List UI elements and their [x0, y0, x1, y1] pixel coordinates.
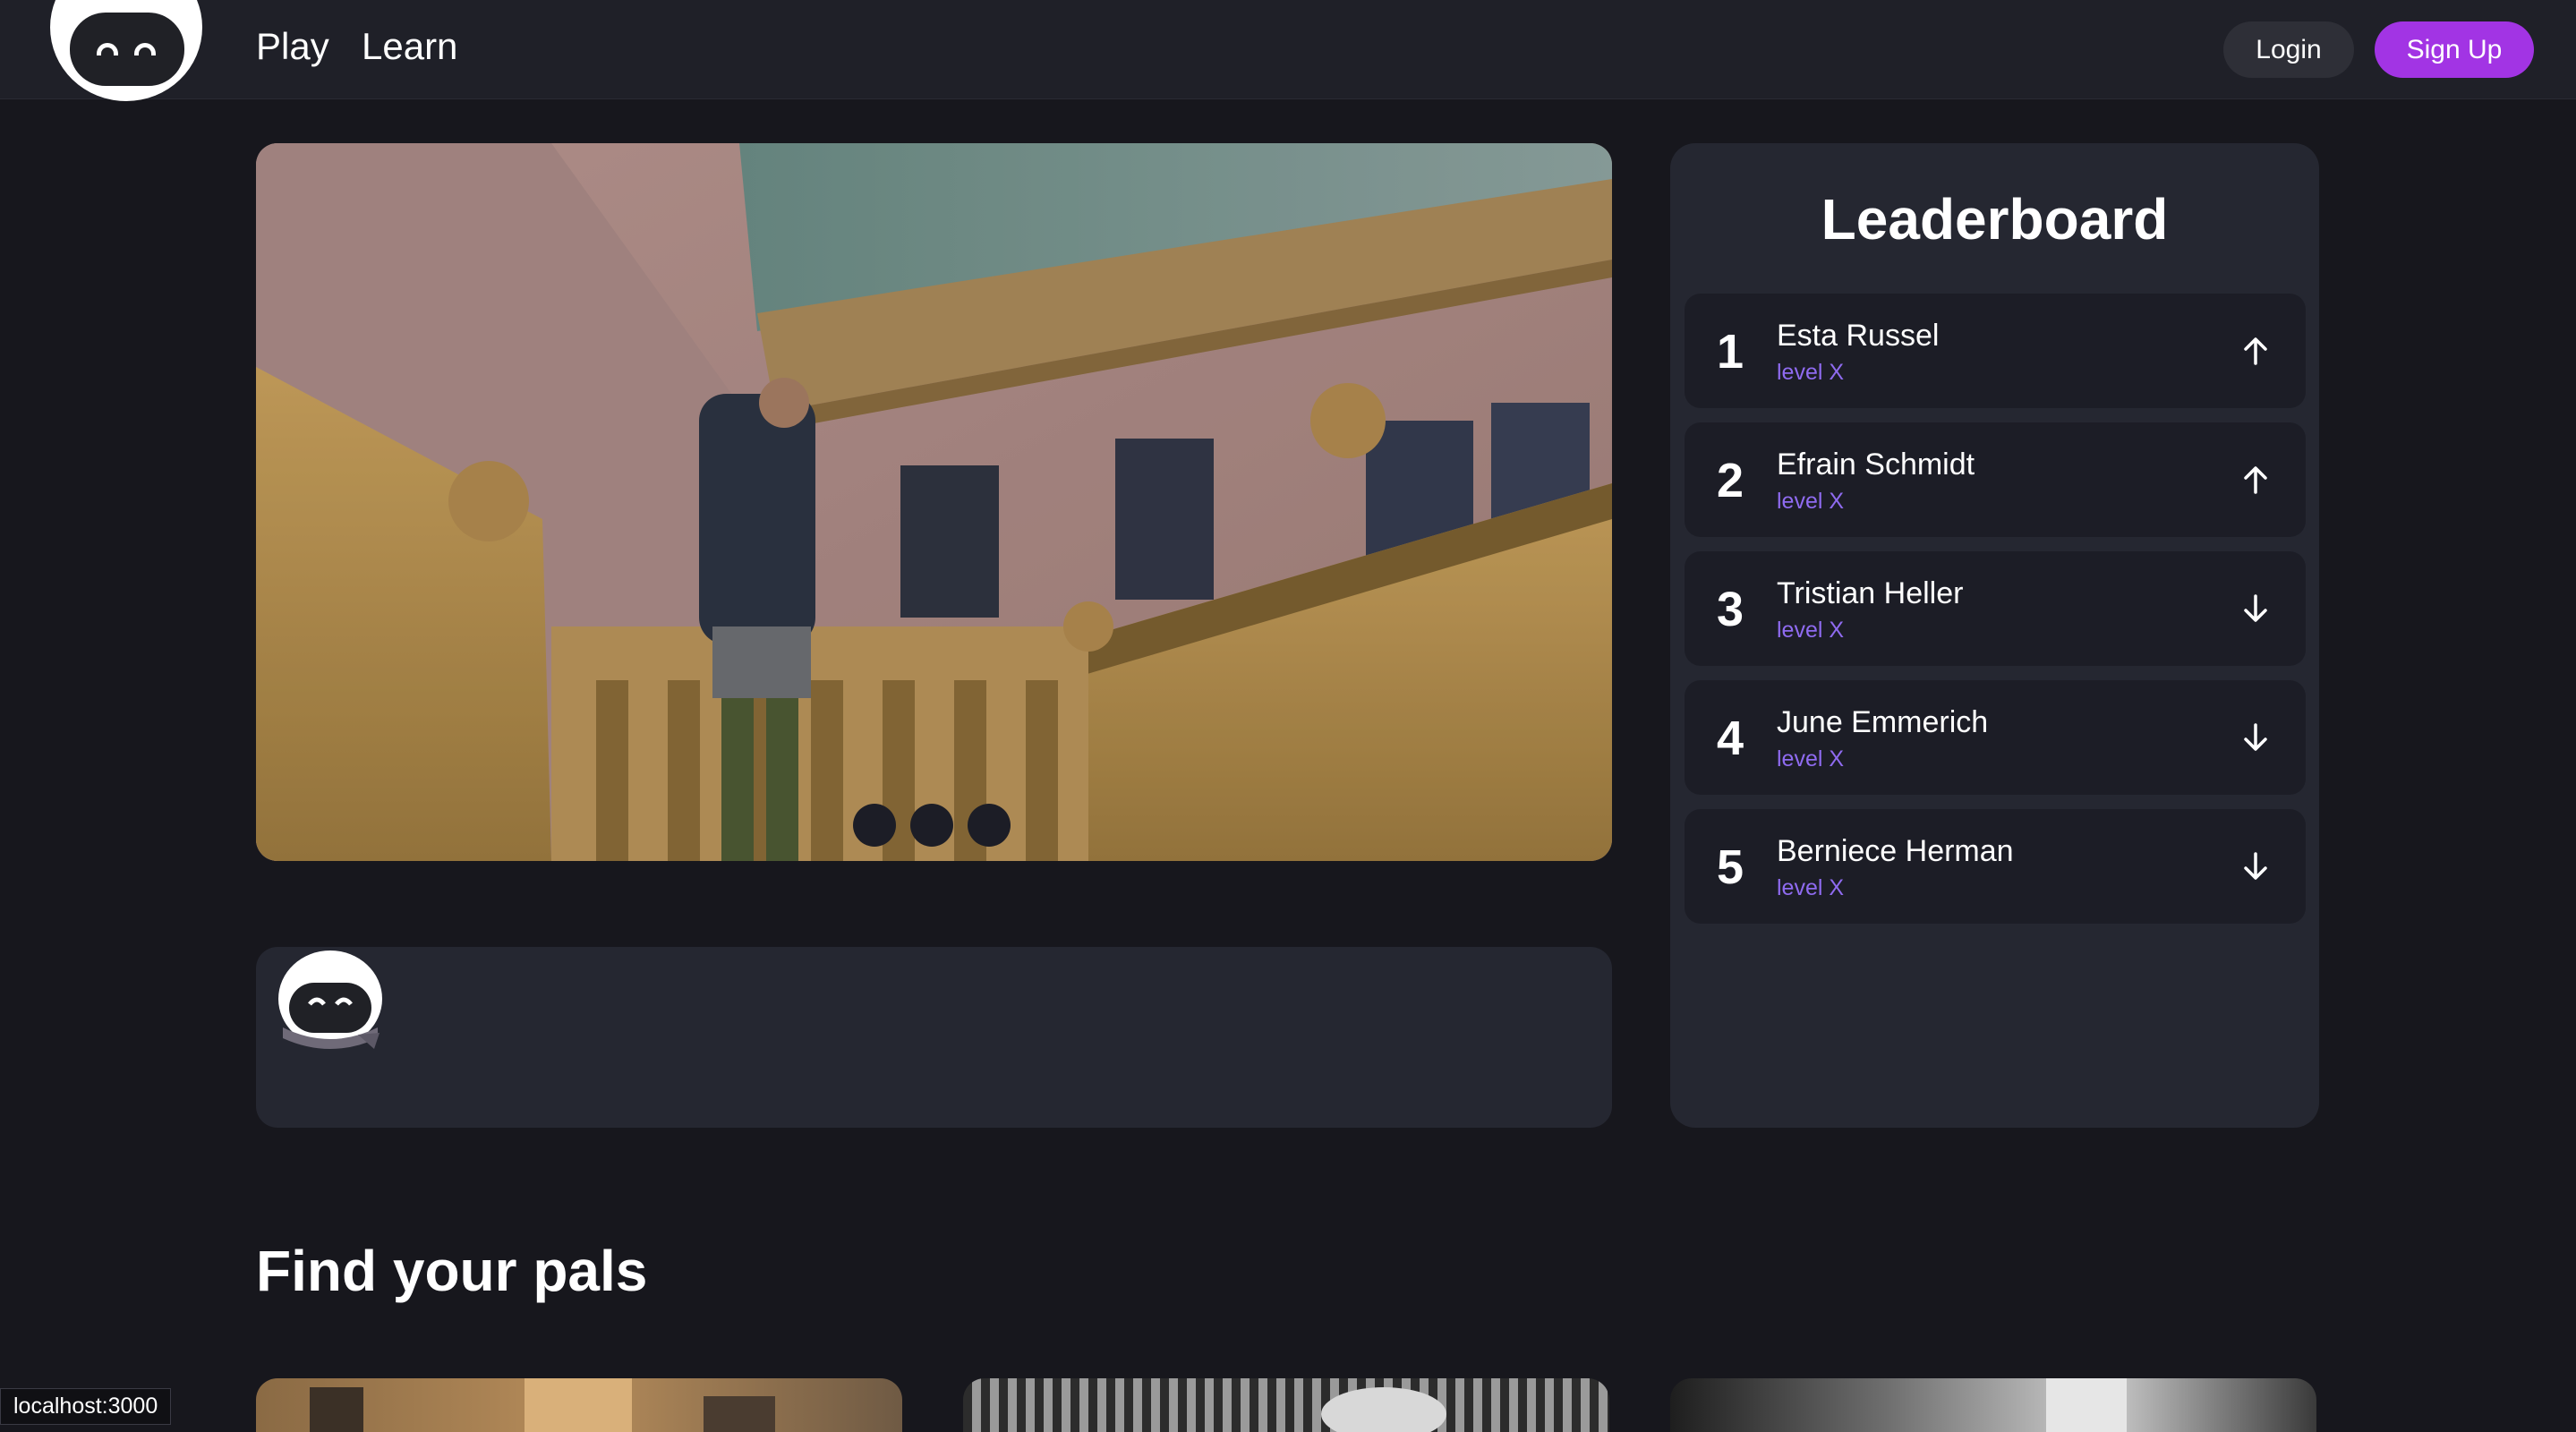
arrow-down-icon: [2244, 723, 2267, 751]
hero-photo: [256, 143, 1612, 861]
arrow-down-icon: [2244, 852, 2267, 880]
eye-icon: [134, 43, 156, 55]
player-name: June Emmerich: [1777, 705, 1989, 739]
mascot-avatar-icon: [278, 950, 382, 1049]
rank-number: 2: [1717, 454, 1744, 507]
carousel-dots: [853, 804, 1011, 847]
nav-link-play[interactable]: Play: [256, 25, 329, 68]
arrow-up-icon: [2244, 466, 2267, 494]
top-navbar: Play Learn Login Sign Up: [0, 0, 2576, 101]
player-level: level X: [1777, 489, 1845, 514]
rank-number: 3: [1717, 583, 1744, 636]
mascot-message-card: [256, 947, 1612, 1128]
player-name: Esta Russel: [1777, 319, 1940, 353]
rank-number: 1: [1717, 325, 1744, 379]
leaderboard-row[interactable]: 1 Esta Russel level X: [1685, 294, 2306, 408]
eye-icon: [97, 43, 118, 55]
hero-carousel: [256, 143, 1612, 861]
carousel-dot[interactable]: [968, 804, 1011, 847]
robot-logo-icon[interactable]: [50, 0, 202, 101]
player-name: Efrain Schmidt: [1777, 448, 1975, 482]
login-button[interactable]: Login: [2223, 21, 2354, 78]
pal-photo: [2046, 1378, 2127, 1432]
pal-card[interactable]: [963, 1378, 1609, 1432]
player-level: level X: [1777, 618, 1845, 643]
player-level: level X: [1777, 875, 1845, 900]
player-level: level X: [1777, 746, 1845, 771]
player-name: Berniece Herman: [1777, 834, 2014, 868]
find-pals-heading: Find your pals: [256, 1239, 648, 1303]
pal-card[interactable]: [1670, 1378, 2316, 1432]
browser-status-url: localhost:3000: [0, 1388, 172, 1425]
pal-photo: [1321, 1387, 1446, 1432]
leaderboard-row[interactable]: 4 June Emmerich level X: [1685, 680, 2306, 795]
leaderboard-row[interactable]: 2 Efrain Schmidt level X: [1685, 422, 2306, 537]
carousel-dot[interactable]: [910, 804, 953, 847]
sign-up-button[interactable]: Sign Up: [2375, 21, 2534, 78]
pal-card[interactable]: [256, 1378, 902, 1432]
rank-number: 4: [1717, 712, 1744, 765]
robot-face: [70, 13, 184, 86]
nav-link-learn[interactable]: Learn: [362, 25, 457, 68]
leaderboard-panel: Leaderboard 1 Esta Russel level X 2 Efra…: [1670, 143, 2319, 1128]
arrow-up-icon: [2244, 337, 2267, 365]
leaderboard-row[interactable]: 5 Berniece Herman level X: [1685, 809, 2306, 924]
carousel-dot[interactable]: [853, 804, 896, 847]
leaderboard-title: Leaderboard: [1821, 187, 2169, 251]
pal-photo: [310, 1378, 775, 1432]
player-name: Tristian Heller: [1777, 576, 1964, 610]
player-level: level X: [1777, 360, 1845, 385]
rank-number: 5: [1717, 840, 1744, 894]
leaderboard-row[interactable]: 3 Tristian Heller level X: [1685, 551, 2306, 666]
arrow-down-icon: [2244, 594, 2267, 622]
